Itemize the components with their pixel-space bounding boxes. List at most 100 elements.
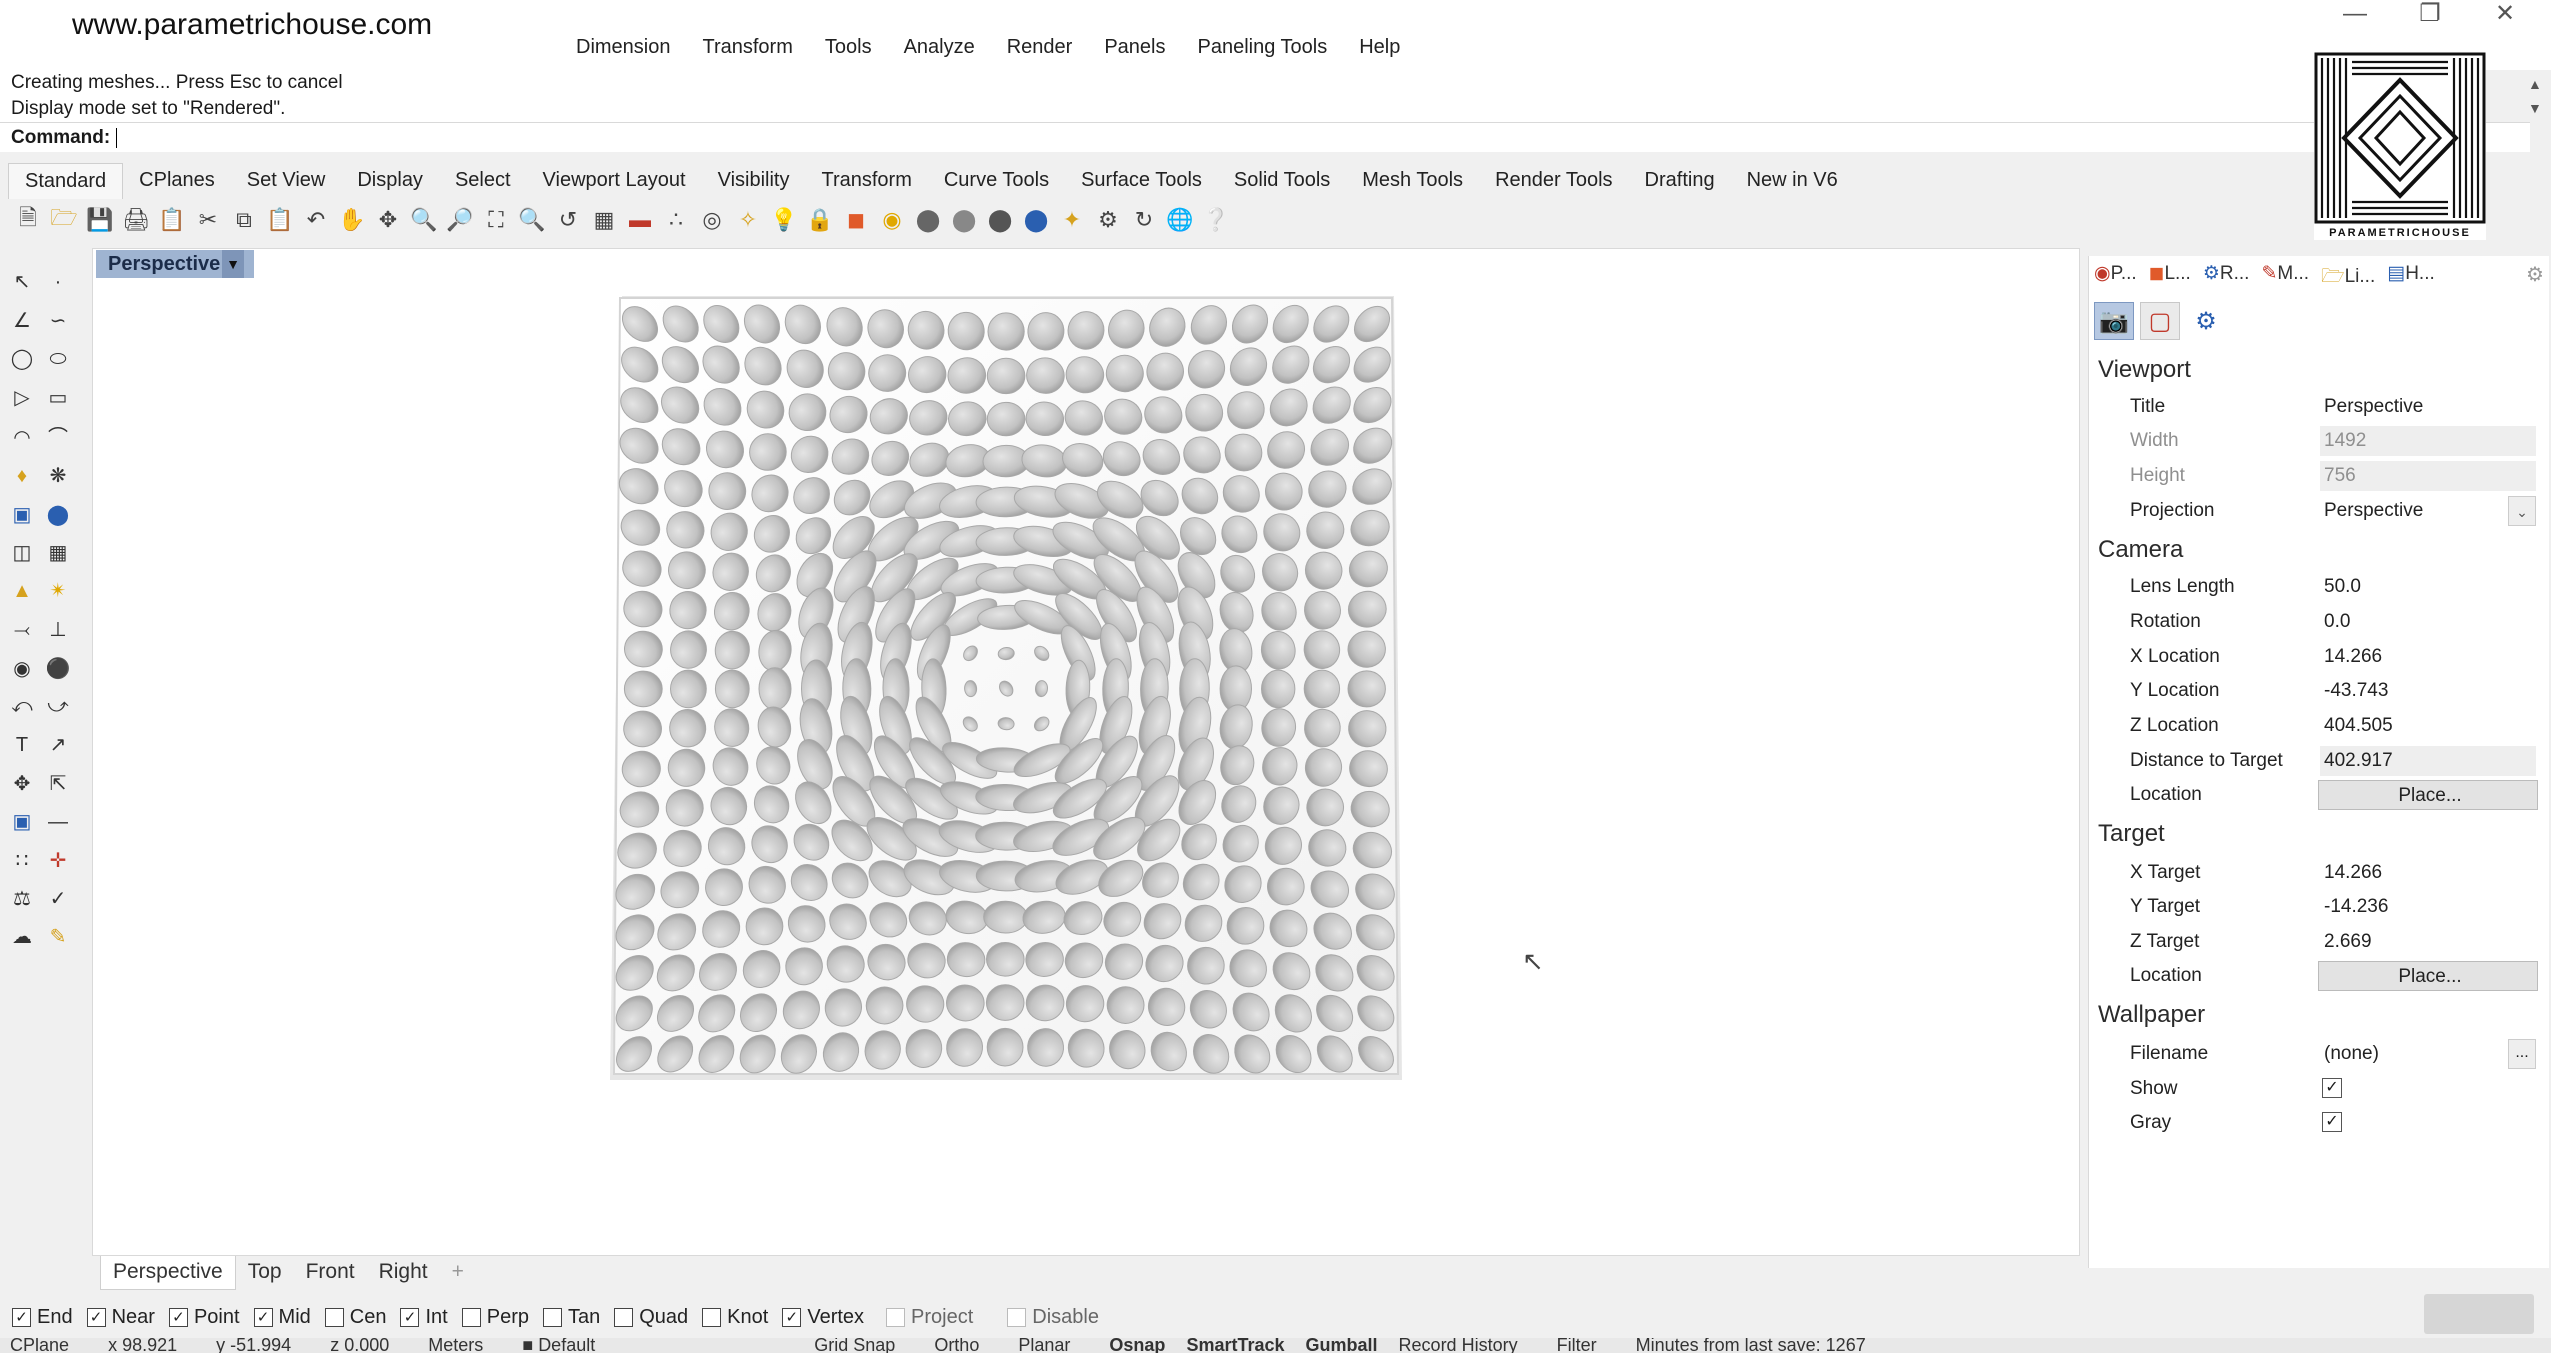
osnap-checkbox[interactable]: [1007, 1308, 1027, 1327]
cylinder-icon[interactable]: ◫: [5, 535, 39, 569]
tab-transform[interactable]: Transform: [805, 163, 927, 199]
settings-gear-icon[interactable]: ⚙: [1092, 204, 1124, 236]
zoom-selected-icon[interactable]: 🔍: [516, 204, 548, 236]
tab-select[interactable]: Select: [439, 163, 527, 199]
osnap-option[interactable]: Disable: [1007, 1306, 1099, 1329]
viewport-menu-icon[interactable]: ▼: [222, 250, 244, 278]
arc-icon[interactable]: ◠: [5, 420, 39, 454]
browse-button[interactable]: ...: [2508, 1039, 2536, 1069]
osnap-option[interactable]: ✓ Mid: [253, 1306, 311, 1329]
array-icon[interactable]: ∷: [5, 843, 39, 877]
cplane-icon[interactable]: ▬: [624, 204, 656, 236]
menu-analyze[interactable]: Analyze: [888, 36, 991, 66]
tab-render-tools[interactable]: Render Tools: [1479, 163, 1628, 199]
tab-front[interactable]: Front: [294, 1256, 367, 1290]
zoom-window-icon[interactable]: 🔎: [444, 204, 476, 236]
open-file-icon[interactable]: 🗁: [48, 204, 80, 236]
panel-tab-layers[interactable]: ◼L...: [2149, 262, 2191, 294]
osnap-checkbox[interactable]: [614, 1308, 634, 1327]
osnap-option[interactable]: ✓ Vertex: [782, 1306, 864, 1329]
osnap-option[interactable]: Quad: [614, 1306, 688, 1329]
menu-transform[interactable]: Transform: [686, 36, 808, 66]
osnap-option[interactable]: Cen: [324, 1306, 386, 1329]
lens-length-field[interactable]: 50.0: [2320, 572, 2536, 602]
surface-icon[interactable]: ♦: [5, 459, 39, 493]
move-icon[interactable]: ✥: [5, 766, 39, 800]
camera-icon[interactable]: 📷: [2094, 302, 2134, 340]
camera-place-button[interactable]: Place...: [2318, 780, 2538, 810]
render-icon[interactable]: ⬤: [984, 204, 1016, 236]
panel-tab-properties[interactable]: ◉P...: [2094, 262, 2137, 294]
select-arrow-icon[interactable]: ↖: [5, 264, 39, 298]
points-icon[interactable]: ✧: [732, 204, 764, 236]
show-checkbox[interactable]: ✓: [2322, 1078, 2342, 1098]
paint-icon[interactable]: ✎: [41, 919, 75, 953]
rotation-field[interactable]: 0.0: [2320, 607, 2536, 637]
z-target-field[interactable]: 2.669: [2320, 927, 2536, 957]
osnap-option[interactable]: Project: [886, 1306, 973, 1329]
tab-cplanes[interactable]: CPlanes: [123, 163, 231, 199]
status-osnap[interactable]: Osnap: [1109, 1338, 1165, 1353]
copy-icon[interactable]: ⧉: [228, 204, 260, 236]
zoom-extents-icon[interactable]: ⛶: [480, 204, 512, 236]
osnap-checkbox[interactable]: [324, 1308, 344, 1327]
polyline-icon[interactable]: ∠: [5, 303, 39, 337]
restore-icon[interactable]: ❐: [2395, 0, 2465, 30]
panel-tab-materials[interactable]: ✎M...: [2261, 262, 2309, 294]
circle-icon[interactable]: ◯: [5, 341, 39, 375]
osnap-option[interactable]: Tan: [542, 1306, 600, 1329]
tab-viewport-layout[interactable]: Viewport Layout: [527, 163, 702, 199]
scale-icon[interactable]: ⇱: [41, 766, 75, 800]
loft-icon[interactable]: ❋: [41, 458, 75, 492]
distance-to-target-field[interactable]: 402.917: [2320, 746, 2536, 776]
lock-icon[interactable]: 🔒: [804, 204, 836, 236]
undo-view-icon[interactable]: ↺: [552, 204, 584, 236]
pause-button[interactable]: [2424, 1294, 2534, 1334]
tab-set-view[interactable]: Set View: [231, 163, 342, 199]
tab-drafting[interactable]: Drafting: [1629, 163, 1731, 199]
undo-icon[interactable]: ↶: [300, 204, 332, 236]
help-icon[interactable]: ❔: [1200, 204, 1232, 236]
rectangle-icon[interactable]: ▭: [41, 380, 75, 414]
block-icon[interactable]: ▣: [5, 804, 39, 838]
tab-standard[interactable]: Standard: [8, 163, 124, 199]
projection-select[interactable]: Perspective: [2320, 496, 2508, 526]
analyze-icon[interactable]: ⚖: [5, 881, 39, 915]
target-place-button[interactable]: Place...: [2318, 961, 2538, 991]
z-location-field[interactable]: 404.505: [2320, 711, 2536, 741]
osnap-option[interactable]: ✓ End: [12, 1306, 73, 1329]
perforated-panel-model[interactable]: [610, 296, 1402, 1080]
x-location-field[interactable]: 14.266: [2320, 642, 2536, 672]
tab-new-in-v6[interactable]: New in V6: [1731, 163, 1854, 199]
text-icon[interactable]: T: [5, 728, 39, 762]
color-wheel-icon[interactable]: ◉: [876, 204, 908, 236]
menu-panels[interactable]: Panels: [1088, 36, 1181, 66]
osnap-checkbox[interactable]: [702, 1308, 722, 1327]
osnap-option[interactable]: ✓ Point: [168, 1306, 240, 1329]
fillet-icon[interactable]: ⌒: [41, 418, 75, 452]
menu-help[interactable]: Help: [1343, 36, 1416, 66]
tab-solid-tools[interactable]: Solid Tools: [1218, 163, 1346, 199]
new-file-icon[interactable]: 🗎: [12, 204, 44, 236]
rendered-sphere-icon[interactable]: ⬤: [948, 204, 980, 236]
point-icon[interactable]: ·: [41, 265, 75, 299]
paste-icon[interactable]: 📋: [264, 204, 296, 236]
osnap-checkbox[interactable]: [542, 1308, 562, 1327]
panel-tab-render[interactable]: ⚙R...: [2203, 262, 2250, 294]
split-icon[interactable]: ⊥: [41, 612, 75, 646]
command-line[interactable]: Command:: [0, 122, 2530, 152]
layers-icon[interactable]: ◼: [840, 204, 872, 236]
print-icon[interactable]: 🖨: [120, 204, 152, 236]
viewport-frame-icon[interactable]: ▢: [2140, 302, 2180, 340]
grid-icon[interactable]: ∴: [660, 204, 692, 236]
four-viewports-icon[interactable]: ▦: [588, 204, 620, 236]
tab-mesh-tools[interactable]: Mesh Tools: [1346, 163, 1479, 199]
panel-tab-help[interactable]: ▤H...: [2387, 262, 2435, 294]
tab-visibility[interactable]: Visibility: [702, 163, 806, 199]
check-icon[interactable]: ✓: [41, 881, 75, 915]
boolean-icon[interactable]: ◉: [5, 651, 39, 685]
shaded-sphere-icon[interactable]: ⬤: [912, 204, 944, 236]
status-filter[interactable]: Filter: [1557, 1338, 1597, 1353]
rotate-view-icon[interactable]: ✥: [372, 204, 404, 236]
tab-right[interactable]: Right: [367, 1256, 440, 1290]
